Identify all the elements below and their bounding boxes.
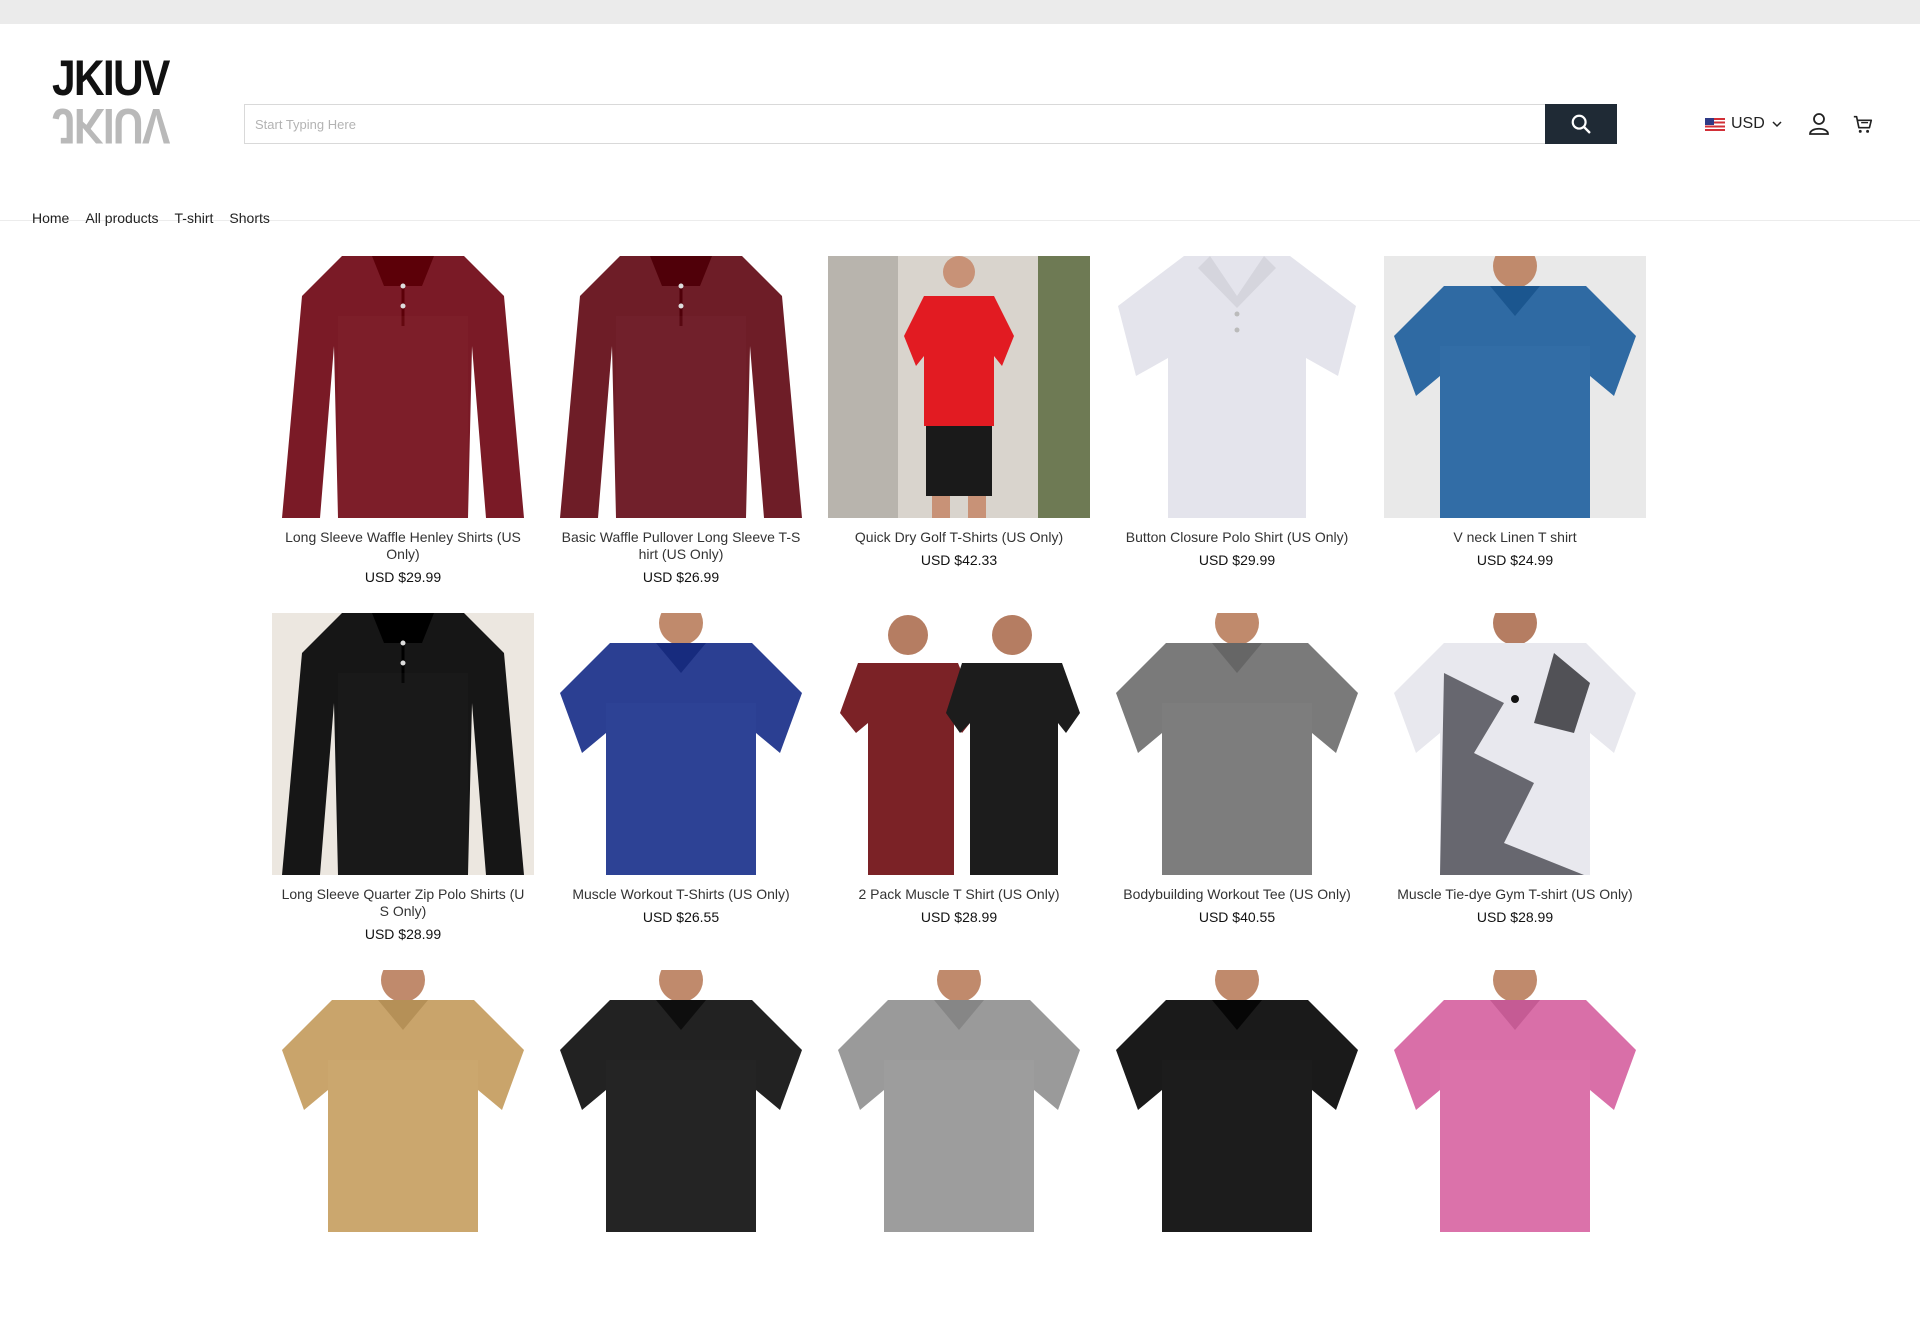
nav-all-products[interactable]: All products <box>85 210 158 226</box>
product-title[interactable]: 2 Pack Muscle T Shirt (US Only) <box>828 886 1090 903</box>
product-image[interactable] <box>550 256 812 518</box>
nav-t-shirt[interactable]: T-shirt <box>175 210 214 226</box>
product-card[interactable]: Quick Dry Golf T-Shirts (US Only) USD $4… <box>828 256 1090 613</box>
product-image[interactable] <box>828 970 1090 1232</box>
logo-text: JKIUV <box>52 50 170 106</box>
product-price: USD $28.99 <box>1476 909 1554 925</box>
currency-label: USD <box>1731 115 1765 132</box>
product-price: USD $24.99 <box>1476 552 1554 568</box>
nav-home[interactable]: Home <box>32 210 69 226</box>
product-price: USD $26.99 <box>642 569 720 585</box>
product-card[interactable]: 2 Pack Muscle T Shirt (US Only) USD $28.… <box>828 613 1090 970</box>
product-card[interactable]: Bodybuilding Workout Tee (US Only) USD $… <box>1106 613 1368 970</box>
product-image[interactable] <box>1106 613 1368 875</box>
product-image[interactable] <box>272 256 534 518</box>
product-title[interactable]: Long Sleeve Quarter Zip Polo Shirts (US … <box>272 886 534 920</box>
search-bar <box>244 104 1617 144</box>
search-button[interactable] <box>1545 104 1617 144</box>
us-flag-icon <box>1705 117 1725 131</box>
account-button[interactable] <box>1805 110 1833 138</box>
product-image[interactable] <box>550 613 812 875</box>
product-price: USD $42.33 <box>920 552 998 568</box>
product-card-partial[interactable] <box>1106 970 1368 1327</box>
search-input[interactable] <box>244 104 1545 144</box>
product-image[interactable] <box>1106 970 1368 1232</box>
product-grid: Long Sleeve Waffle Henley Shirts (US Onl… <box>272 256 1652 1327</box>
nav-shorts[interactable]: Shorts <box>229 210 269 226</box>
product-title[interactable]: Bodybuilding Workout Tee (US Only) <box>1106 886 1368 903</box>
product-price: USD $28.99 <box>364 926 442 942</box>
product-price: USD $26.55 <box>642 909 720 925</box>
site-header: JKIUV JKIUV USD <box>0 24 1920 226</box>
product-image[interactable] <box>1384 970 1646 1232</box>
product-image[interactable] <box>1106 256 1368 518</box>
product-price: USD $40.55 <box>1198 909 1276 925</box>
user-icon <box>1808 113 1829 135</box>
product-card[interactable]: V neck Linen T shirt USD $24.99 <box>1384 256 1646 613</box>
product-title[interactable]: Basic Waffle Pullover Long Sleeve T-Shir… <box>550 529 812 563</box>
product-image[interactable] <box>828 613 1090 875</box>
header-tools: USD <box>1705 110 1893 138</box>
product-image[interactable] <box>828 256 1090 518</box>
product-card[interactable]: Muscle Workout T-Shirts (US Only) USD $2… <box>550 613 812 970</box>
product-card[interactable]: Button Closure Polo Shirt (US Only) USD … <box>1106 256 1368 613</box>
search-icon <box>1571 114 1591 134</box>
product-image[interactable] <box>272 970 534 1232</box>
product-card-partial[interactable] <box>828 970 1090 1327</box>
product-image[interactable] <box>1384 613 1646 875</box>
logo-reflection: JKIUV <box>52 98 169 154</box>
product-title[interactable]: Long Sleeve Waffle Henley Shirts (US Onl… <box>272 529 534 563</box>
product-card-partial[interactable] <box>1384 970 1646 1327</box>
chevron-down-icon <box>1772 121 1782 128</box>
site-logo[interactable]: JKIUV JKIUV <box>52 50 170 154</box>
product-card[interactable]: Long Sleeve Waffle Henley Shirts (US Onl… <box>272 256 534 613</box>
product-card[interactable]: Muscle Tie-dye Gym T-shirt (US Only) USD… <box>1384 613 1646 970</box>
product-image[interactable] <box>1384 256 1646 518</box>
product-image[interactable] <box>272 613 534 875</box>
cart-icon <box>1853 115 1872 133</box>
product-card[interactable]: Long Sleeve Quarter Zip Polo Shirts (US … <box>272 613 534 970</box>
product-price: USD $29.99 <box>364 569 442 585</box>
product-price: USD $29.99 <box>1198 552 1276 568</box>
product-card-partial[interactable] <box>550 970 812 1327</box>
product-title[interactable]: Button Closure Polo Shirt (US Only) <box>1106 529 1368 546</box>
product-card[interactable]: Basic Waffle Pullover Long Sleeve T-Shir… <box>550 256 812 613</box>
product-image[interactable] <box>550 970 812 1232</box>
currency-selector[interactable]: USD <box>1705 115 1783 133</box>
main-nav: Home All products T-shirt Shorts <box>32 210 270 226</box>
product-title[interactable]: V neck Linen T shirt <box>1384 529 1646 546</box>
product-title[interactable]: Muscle Tie-dye Gym T-shirt (US Only) <box>1384 886 1646 903</box>
product-price: USD $28.99 <box>920 909 998 925</box>
product-title[interactable]: Quick Dry Golf T-Shirts (US Only) <box>828 529 1090 546</box>
cart-button[interactable] <box>1849 110 1877 138</box>
product-card-partial[interactable] <box>272 970 534 1327</box>
product-title[interactable]: Muscle Workout T-Shirts (US Only) <box>550 886 812 903</box>
top-strip <box>0 0 1920 24</box>
